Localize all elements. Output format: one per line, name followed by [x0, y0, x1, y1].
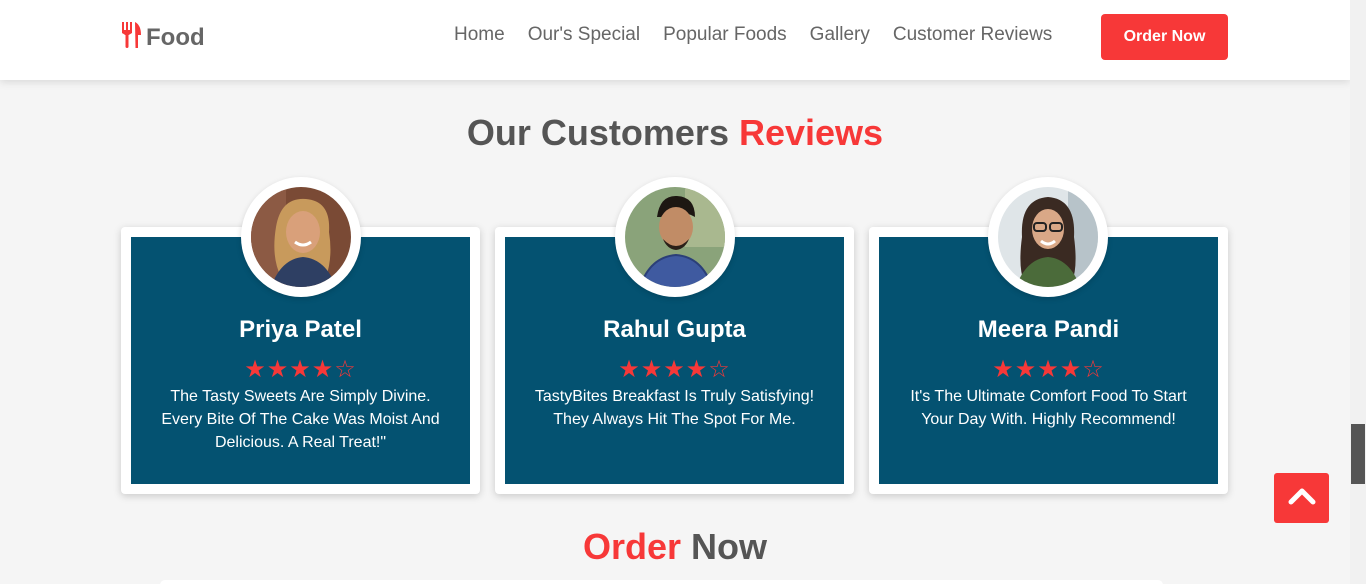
- reviewer-name: Rahul Gupta: [603, 316, 746, 343]
- order-title-part2: Now: [691, 526, 768, 567]
- chevron-up-icon: [1288, 486, 1316, 511]
- avatar: [251, 187, 351, 287]
- avatar-frame: [988, 177, 1108, 297]
- avatar: [625, 187, 725, 287]
- utensils-icon: [120, 21, 146, 54]
- site-header: Food Home Our's Special Popular Foods Ga…: [0, 0, 1350, 80]
- nav-gallery[interactable]: Gallery: [810, 22, 870, 48]
- star-rating: ★★★★☆: [244, 356, 357, 383]
- nav-popular-foods[interactable]: Popular Foods: [663, 22, 787, 48]
- order-title-part1: Order: [582, 526, 682, 567]
- reviewer-name: Meera Pandi: [977, 316, 1120, 343]
- scroll-to-top-button[interactable]: [1274, 473, 1329, 523]
- order-title: Order Now: [0, 526, 1350, 568]
- order-form-container: [160, 580, 1163, 584]
- nav-home[interactable]: Home: [454, 22, 505, 48]
- reviewer-name: Priya Patel: [239, 316, 362, 343]
- order-now-button[interactable]: Order Now: [1101, 14, 1228, 60]
- star-rating: ★★★★☆: [618, 356, 731, 383]
- reviews-title-part1: Our Customers: [466, 112, 729, 153]
- brand-logo[interactable]: Food: [120, 21, 205, 54]
- main-nav: Home Our's Special Popular Foods Gallery…: [454, 22, 1075, 48]
- avatar: [998, 187, 1098, 287]
- avatar-frame: [615, 177, 735, 297]
- page-scrollbar[interactable]: [1350, 0, 1366, 584]
- reviews-title: Our Customers Reviews: [0, 112, 1350, 154]
- star-rating: ★★★★☆: [992, 356, 1105, 383]
- nav-our-special[interactable]: Our's Special: [528, 22, 640, 48]
- reviews-title-part2: Reviews: [738, 112, 884, 153]
- review-text: TastyBites Breakfast Is Truly Satisfying…: [534, 388, 815, 428]
- scrollbar-thumb[interactable]: [1351, 424, 1365, 484]
- review-text: It's The Ultimate Comfort Food To Start …: [910, 388, 1187, 428]
- review-text: The Tasty Sweets Are Simply Divine. Ever…: [161, 388, 440, 451]
- nav-customer-reviews[interactable]: Customer Reviews: [893, 22, 1052, 48]
- avatar-frame: [241, 177, 361, 297]
- brand-name: Food: [146, 23, 205, 51]
